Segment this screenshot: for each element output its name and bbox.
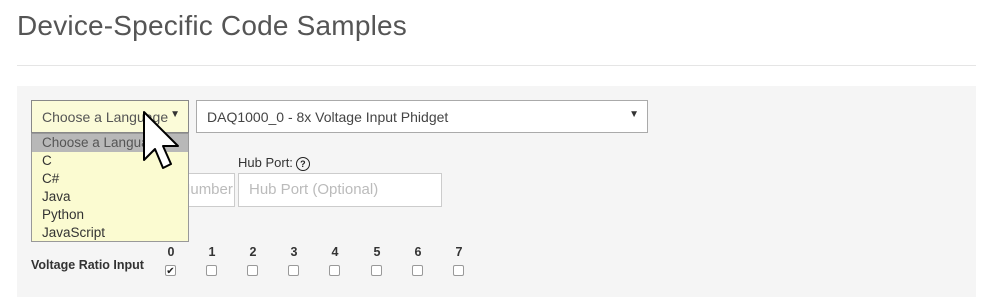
channel-checkbox[interactable] bbox=[329, 265, 340, 276]
channel-number: 7 bbox=[455, 245, 463, 259]
device-select-value: DAQ1000_0 - 8x Voltage Input Phidget bbox=[207, 109, 449, 125]
channel-number: 3 bbox=[290, 245, 298, 259]
help-icon[interactable]: ? bbox=[295, 156, 310, 171]
channel-checkbox[interactable] bbox=[453, 265, 464, 276]
channel-7: 7 bbox=[453, 245, 465, 276]
channel-checkbox[interactable] bbox=[412, 265, 423, 276]
channel-number: 6 bbox=[414, 245, 422, 259]
channel-checkbox[interactable]: ✔ bbox=[165, 265, 176, 277]
channel-row-label: Voltage Ratio Input bbox=[31, 258, 144, 272]
language-option-javascript[interactable]: JavaScript bbox=[32, 224, 188, 241]
hub-port-placeholder: Hub Port (Optional) bbox=[249, 181, 379, 198]
device-select[interactable]: DAQ1000_0 - 8x Voltage Input Phidget ▼ bbox=[196, 100, 648, 133]
channel-5: 5 bbox=[371, 245, 383, 276]
channel-checkbox[interactable] bbox=[288, 265, 299, 276]
channel-checkbox[interactable] bbox=[247, 265, 258, 276]
channel-number: 4 bbox=[331, 245, 339, 259]
channel-4: 4 bbox=[329, 245, 341, 276]
channel-checkbox[interactable] bbox=[371, 265, 382, 276]
channel-2: 2 bbox=[247, 245, 259, 276]
dropdown-arrow-icon: ▼ bbox=[629, 109, 639, 120]
mouse-cursor-icon bbox=[143, 111, 179, 169]
channel-number: 5 bbox=[373, 245, 381, 259]
channel-0: 0 ✔ bbox=[165, 245, 177, 277]
hub-port-label: Hub Port:? bbox=[238, 155, 310, 171]
channel-number: 2 bbox=[249, 245, 257, 259]
page-title: Device-Specific Code Samples bbox=[17, 10, 407, 41]
language-option-python[interactable]: Python bbox=[32, 206, 188, 224]
channel-checkbox[interactable] bbox=[206, 265, 217, 276]
hub-port-input[interactable]: Hub Port (Optional) bbox=[238, 173, 442, 207]
channel-3: 3 bbox=[288, 245, 300, 276]
channel-6: 6 bbox=[412, 245, 424, 276]
language-option-java[interactable]: Java bbox=[32, 188, 188, 206]
channel-1: 1 bbox=[206, 245, 218, 276]
divider bbox=[17, 65, 976, 66]
channel-number: 1 bbox=[208, 245, 216, 259]
channel-number: 0 bbox=[167, 245, 175, 259]
